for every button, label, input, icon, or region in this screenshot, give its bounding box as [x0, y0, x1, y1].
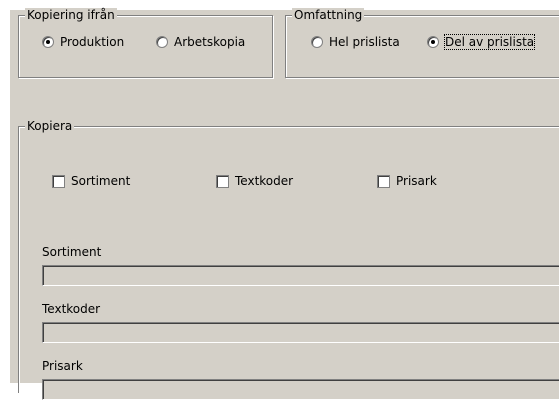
checkbox-sortiment[interactable]: Sortiment: [52, 174, 130, 188]
source-group-legend: Kopiering ifrån: [25, 8, 117, 22]
copy-groupbox: Kopiera Sortiment Textkoder Prisark Sort…: [18, 119, 559, 400]
radio-del-av-prislista-circle[interactable]: [427, 36, 439, 48]
radio-arbetskopia-label: Arbetskopia: [174, 35, 246, 49]
radio-del-av-prislista[interactable]: Del av prislista: [427, 34, 536, 50]
checkbox-prisark[interactable]: Prisark: [377, 174, 437, 188]
prisark-field[interactable]: [42, 379, 559, 400]
checkbox-textkoder-label: Textkoder: [235, 174, 294, 188]
sortiment-field-label: Sortiment: [42, 245, 102, 259]
checkbox-prisark-label: Prisark: [396, 174, 437, 188]
radio-del-av-prislista-label: Del av prislista: [443, 34, 536, 50]
radio-arbetskopia-circle[interactable]: [156, 36, 168, 48]
checkbox-textkoder[interactable]: Textkoder: [216, 174, 293, 188]
sortiment-field[interactable]: [42, 265, 559, 286]
dialog-panel: Kopiering ifrån Produktion Arbetskopia O…: [10, 8, 559, 400]
textkoder-field[interactable]: [42, 322, 559, 343]
copy-group-legend: Kopiera: [25, 119, 75, 133]
radio-hel-prislista-circle[interactable]: [311, 36, 323, 48]
radio-hel-prislista[interactable]: Hel prislista: [311, 35, 400, 49]
textkoder-field-label: Textkoder: [42, 302, 101, 316]
scope-groupbox: Omfattning Hel prislista Del av prislist…: [285, 8, 559, 78]
radio-produktion-circle[interactable]: [42, 36, 54, 48]
source-groupbox: Kopiering ifrån Produktion Arbetskopia: [18, 8, 273, 78]
radio-arbetskopia[interactable]: Arbetskopia: [156, 35, 245, 49]
prisark-field-label: Prisark: [42, 359, 83, 373]
radio-produktion[interactable]: Produktion: [42, 35, 124, 49]
radio-produktion-label: Produktion: [60, 35, 125, 49]
scope-group-legend: Omfattning: [292, 8, 365, 22]
radio-hel-prislista-label: Hel prislista: [329, 35, 400, 49]
checkbox-prisark-box[interactable]: [377, 174, 390, 188]
checkbox-sortiment-box[interactable]: [52, 174, 65, 188]
checkbox-textkoder-box[interactable]: [216, 174, 229, 188]
checkbox-sortiment-label: Sortiment: [71, 174, 131, 188]
